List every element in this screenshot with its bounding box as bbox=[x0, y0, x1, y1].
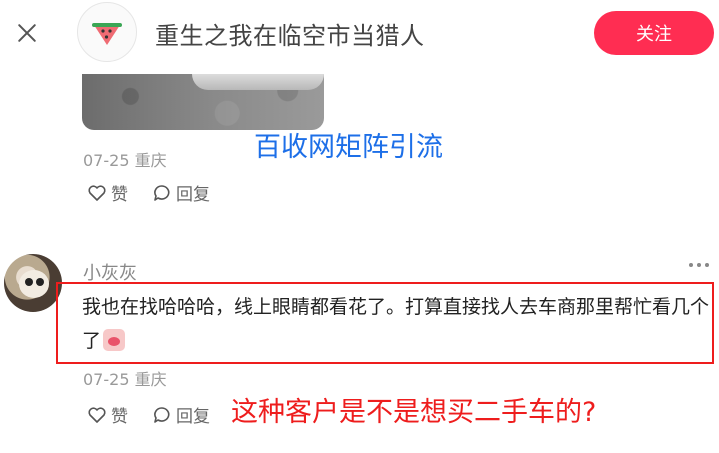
avatar[interactable] bbox=[77, 2, 137, 62]
page-title: 重生之我在临空市当猎人 bbox=[155, 22, 425, 50]
comment-meta: 07-25 重庆 bbox=[83, 147, 167, 171]
comment-location: 重庆 bbox=[134, 370, 167, 389]
emoji-icon bbox=[103, 329, 126, 351]
comment-bubble-icon bbox=[154, 406, 170, 423]
heart-icon bbox=[88, 184, 106, 201]
comment-date: 07-25 bbox=[83, 370, 130, 389]
avatar[interactable] bbox=[4, 254, 62, 312]
reply-button[interactable]: 回复 bbox=[152, 180, 210, 205]
reply-label: 回复 bbox=[176, 407, 210, 427]
watermelon-icon bbox=[92, 23, 122, 45]
comment-meta: 07-25 重庆 bbox=[83, 366, 167, 390]
heart-icon bbox=[88, 406, 106, 423]
comment-bubble-icon bbox=[154, 184, 170, 201]
like-label: 赞 bbox=[111, 185, 128, 205]
like-button[interactable]: 赞 bbox=[87, 402, 128, 427]
comment-date: 07-25 bbox=[83, 151, 130, 170]
reply-label: 回复 bbox=[176, 185, 210, 205]
comment-image[interactable] bbox=[82, 74, 324, 130]
close-icon[interactable] bbox=[14, 20, 40, 46]
annotation-text: 这种客户是不是想买二手车的? bbox=[231, 397, 597, 428]
follow-button[interactable]: 关注 bbox=[594, 11, 714, 55]
comment-text: 我也在找哈哈哈，线上眼睛都看花了。打算直接找人去车商那里帮忙看几个了 bbox=[82, 290, 712, 358]
watermark-text: 百收网矩阵引流 bbox=[254, 132, 443, 163]
reply-button[interactable]: 回复 bbox=[152, 402, 210, 427]
more-options-icon[interactable] bbox=[689, 263, 715, 271]
like-button[interactable]: 赞 bbox=[87, 180, 128, 205]
comment-body: 我也在找哈哈哈，线上眼睛都看花了。打算直接找人去车商那里帮忙看几个了 bbox=[82, 296, 710, 352]
comment-location: 重庆 bbox=[134, 151, 167, 170]
like-label: 赞 bbox=[111, 407, 128, 427]
